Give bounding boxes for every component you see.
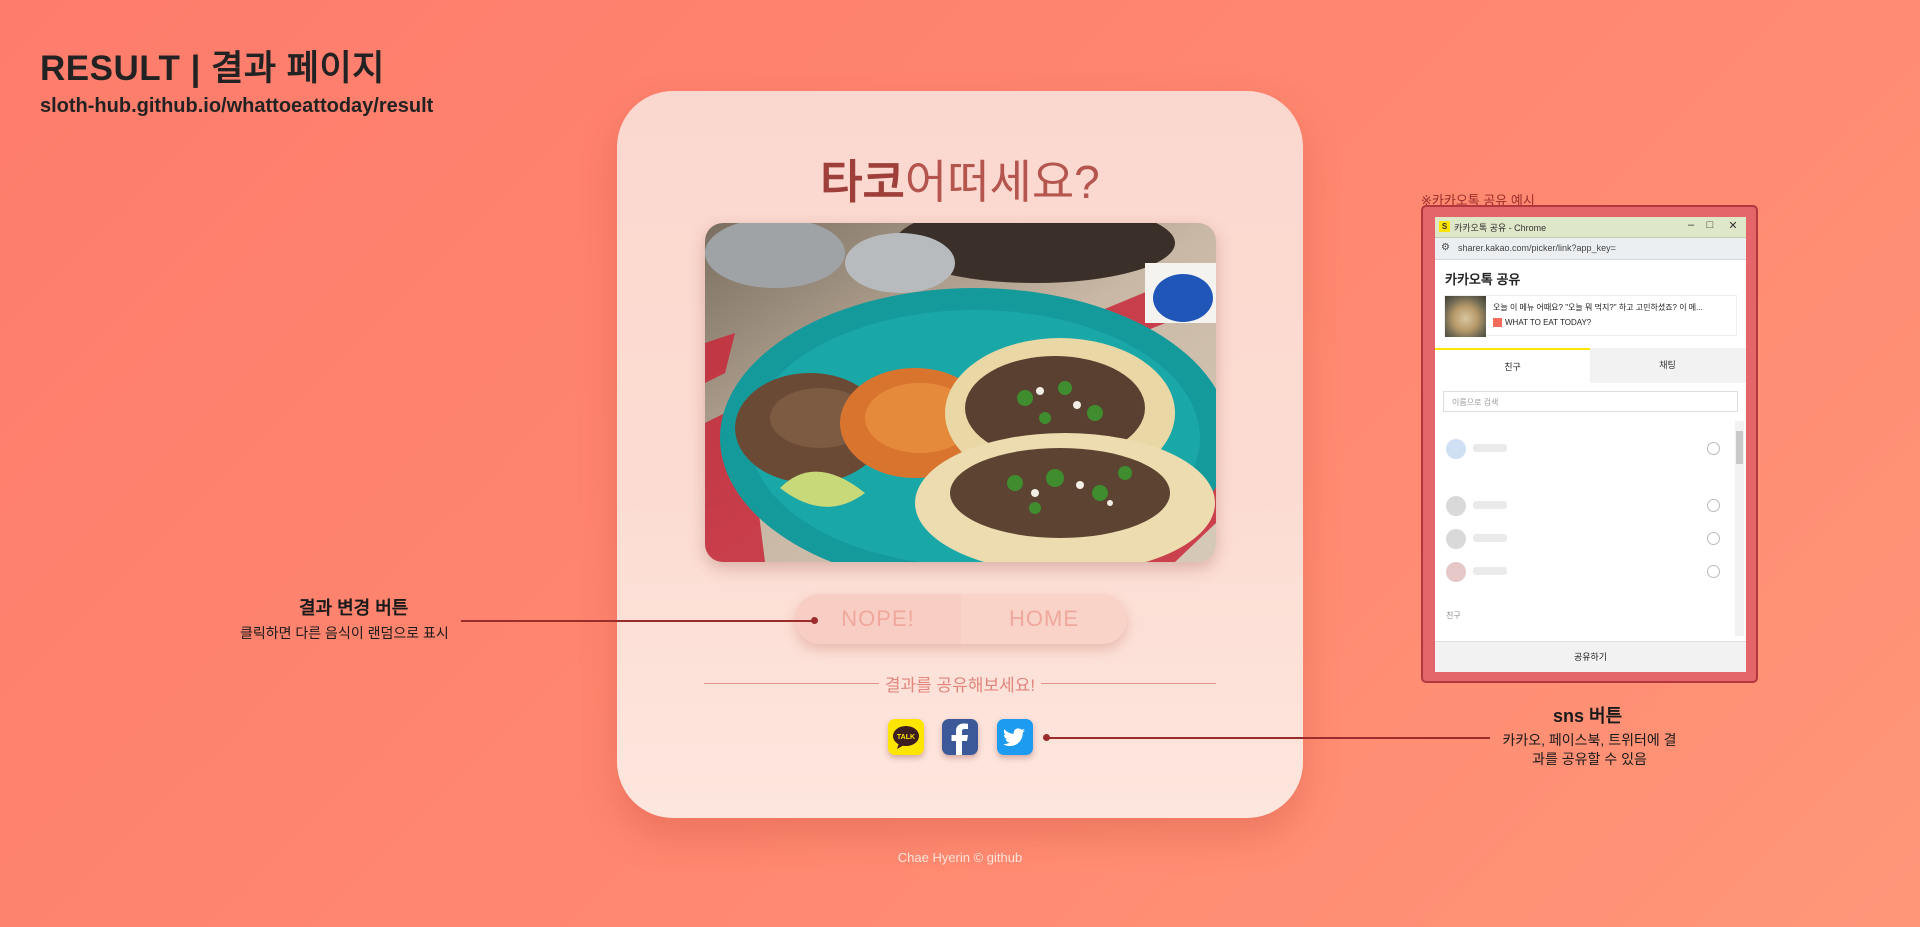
sns-annotation-title: sns 버튼	[1553, 706, 1623, 726]
minimize-icon[interactable]: –	[1684, 219, 1698, 231]
tab-chats[interactable]: 채팅	[1590, 348, 1745, 383]
friend-name-blurred	[1473, 444, 1507, 452]
food-name: 타코	[820, 156, 905, 208]
select-radio[interactable]	[1707, 442, 1720, 455]
site-settings-icon[interactable]: ⚙	[1441, 242, 1450, 253]
result-question: 어떠세요?	[904, 156, 1100, 208]
share-divider-right	[1041, 683, 1216, 684]
sns-annotation-desc-line1: 카카오, 페이스북, 트위터에 결	[1502, 732, 1677, 748]
close-icon[interactable]: ✕	[1726, 219, 1740, 232]
preview-thumbnail	[1445, 296, 1486, 337]
preview-text: 오늘 이 메뉴 어때요? "오늘 뭐 먹지?" 하고 고민하셨죠? 이 메...	[1493, 303, 1703, 312]
list-item[interactable]	[1435, 558, 1735, 586]
page-header: RESULT | 결과 페이지 sloth-hub.github.io/what…	[40, 40, 433, 118]
avatar	[1446, 496, 1466, 516]
friend-name-blurred	[1473, 534, 1507, 542]
scrollbar-thumb[interactable]	[1736, 431, 1743, 464]
list-item[interactable]	[1435, 525, 1735, 553]
kakao-talk-icon: TALK	[893, 726, 919, 749]
popup-window-title: 카카오톡 공유 - Chrome	[1454, 223, 1547, 233]
friend-list: 친구	[1435, 421, 1746, 636]
kakao-share-popup: S 카카오톡 공유 - Chrome – □ ✕ ⚙ sharer.kakao.…	[1435, 217, 1746, 672]
page-title: RESULT | 결과 페이지	[40, 49, 385, 88]
result-button-group: NOPE! HOME	[795, 594, 1127, 644]
friend-name-blurred	[1473, 501, 1507, 509]
share-submit-button[interactable]: 공유하기	[1435, 641, 1746, 672]
twitter-bird-icon	[1003, 728, 1025, 747]
list-item[interactable]	[1435, 435, 1735, 463]
tab-friends[interactable]: 친구	[1435, 348, 1590, 383]
svg-text:TALK: TALK	[897, 734, 915, 741]
popup-address: sharer.kakao.com/picker/link?app_key=	[1458, 243, 1616, 253]
sns-annotation-desc: 카카오, 페이스북, 트위터에 결 과를 공유할 수 있음	[1502, 731, 1677, 769]
tacos-photo	[705, 223, 1216, 562]
page-url: sloth-hub.github.io/whattoeattoday/resul…	[40, 95, 434, 117]
select-radio[interactable]	[1707, 499, 1720, 512]
page-footer: Chae Hyerin © github	[897, 850, 1023, 865]
preview-site: WHAT TO EAT TODAY?	[1493, 318, 1592, 328]
result-card: 타코어떠세요? NOPE! HOME 결과를 공유해보세요! TALK	[617, 91, 1303, 818]
friend-search-input[interactable]: 이름으로 검색	[1443, 391, 1738, 412]
avatar	[1446, 439, 1466, 459]
kakao-share-button[interactable]: TALK	[888, 719, 924, 755]
facebook-icon	[951, 723, 968, 755]
kakao-s-icon: S	[1439, 221, 1450, 232]
avatar	[1446, 529, 1466, 549]
popup-titlebar: S 카카오톡 공유 - Chrome – □ ✕	[1435, 217, 1746, 238]
maximize-icon[interactable]: □	[1703, 219, 1717, 231]
sns-annotation-line	[1047, 737, 1490, 739]
share-preview: 오늘 이 메뉴 어때요? "오늘 뭐 먹지?" 하고 고민하셨죠? 이 메...…	[1444, 295, 1737, 337]
facebook-share-button[interactable]	[942, 719, 978, 755]
twitter-share-button[interactable]	[997, 719, 1033, 755]
nope-button[interactable]: NOPE!	[795, 594, 961, 644]
result-button-annotation-desc: 클릭하면 다른 음식이 랜덤으로 표시	[240, 625, 449, 641]
popup-address-bar: ⚙ sharer.kakao.com/picker/link?app_key=	[1435, 238, 1746, 260]
site-logo-icon	[1493, 318, 1502, 328]
list-item[interactable]	[1435, 492, 1735, 520]
friends-section-label: 친구	[1446, 611, 1461, 620]
result-button-annotation-line	[461, 620, 816, 622]
friend-name-blurred	[1473, 567, 1507, 575]
home-button[interactable]: HOME	[961, 594, 1127, 644]
select-radio[interactable]	[1707, 532, 1720, 545]
avatar	[1446, 562, 1466, 582]
preview-site-name: WHAT TO EAT TODAY?	[1505, 318, 1592, 327]
select-radio[interactable]	[1707, 565, 1720, 578]
popup-tabs: 친구 채팅	[1435, 348, 1746, 383]
sns-annotation-desc-line2: 과를 공유할 수 있음	[1532, 751, 1647, 767]
result-button-annotation-dot	[811, 617, 818, 624]
result-title: 타코어떠세요?	[617, 146, 1303, 212]
popup-scrollbar[interactable]	[1735, 421, 1744, 636]
popup-heading: 카카오톡 공유	[1445, 272, 1521, 287]
share-prompt: 결과를 공유해보세요!	[884, 676, 1036, 695]
result-button-annotation-title: 결과 변경 버튼	[299, 598, 409, 618]
share-divider-left	[704, 683, 879, 684]
